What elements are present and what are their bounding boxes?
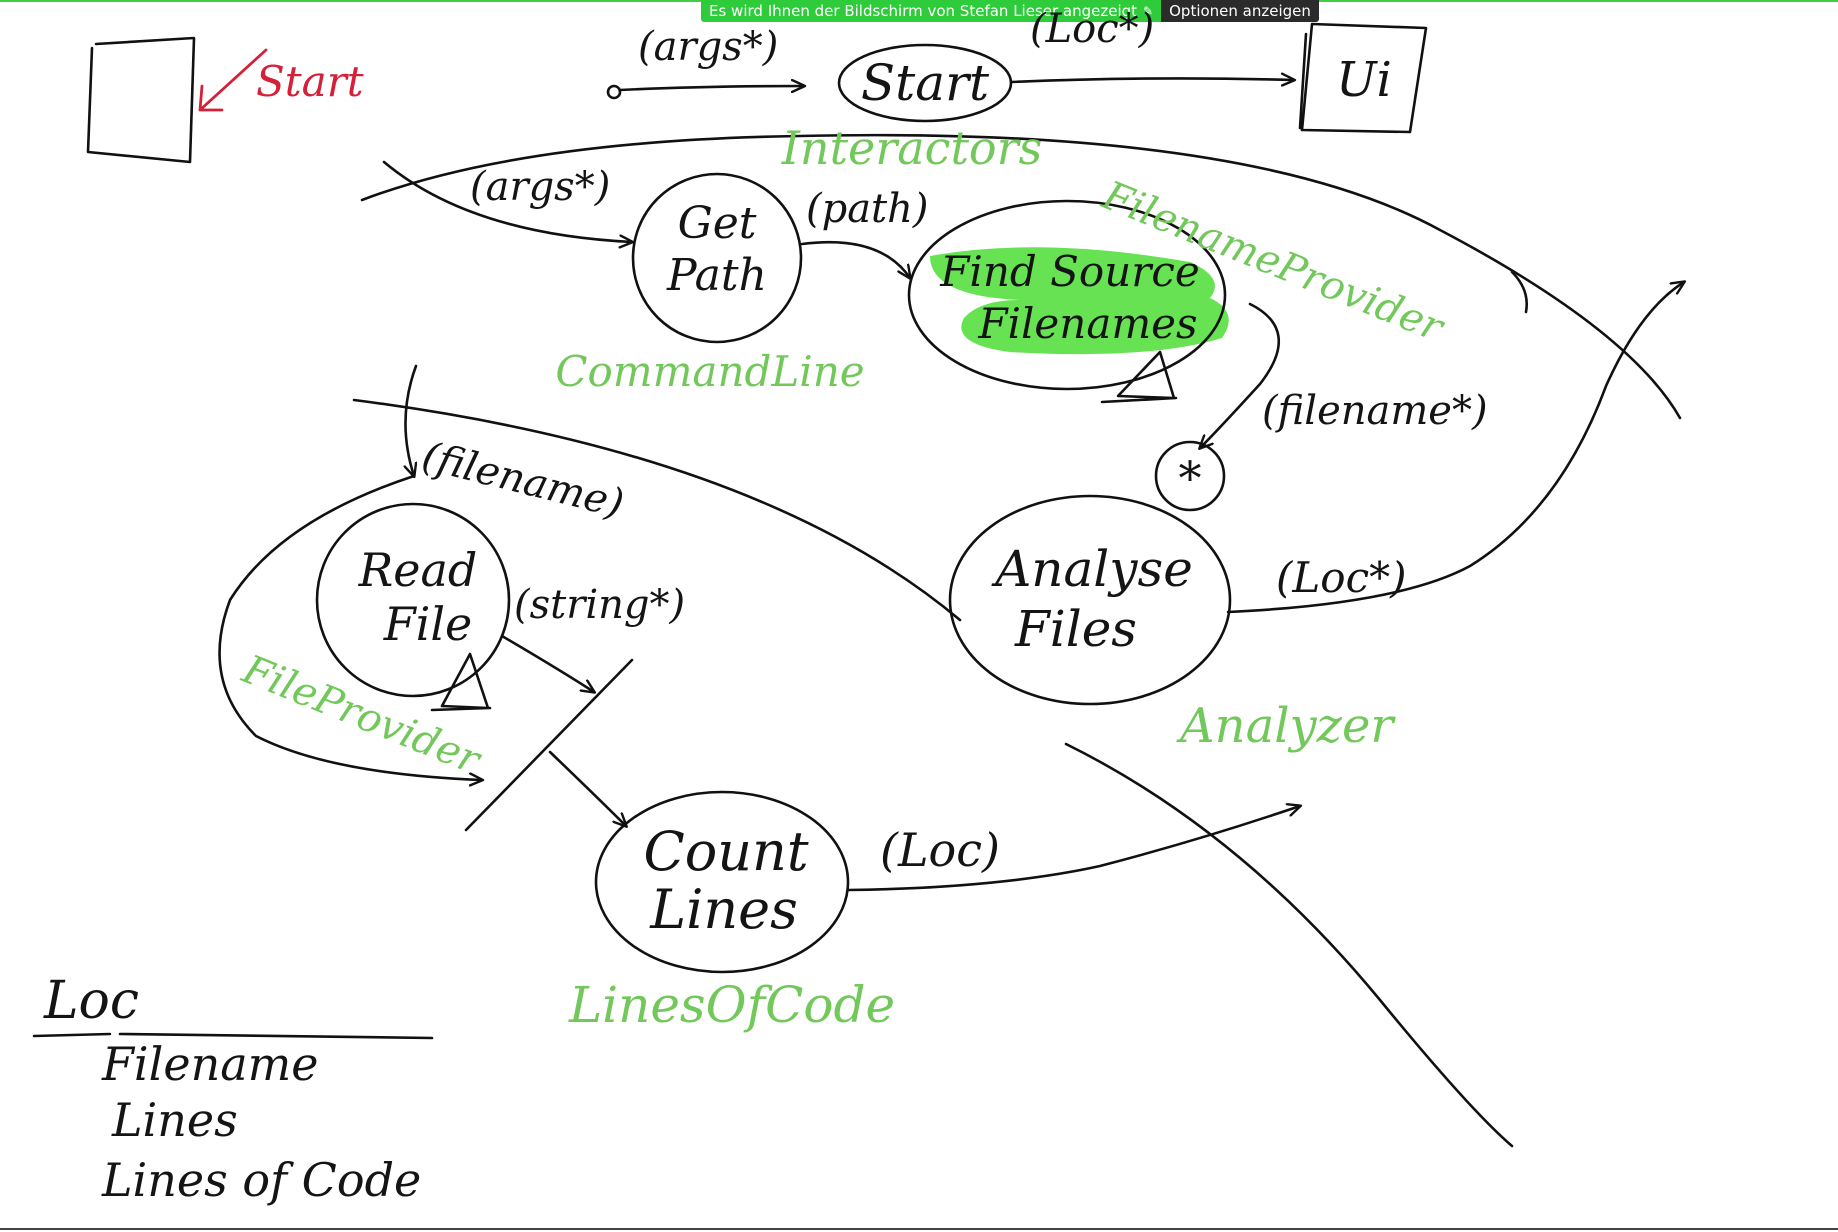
node-find-source-line2: Filenames xyxy=(977,299,1197,348)
arrow-filename-into-readfile xyxy=(405,364,418,476)
arrow-readfile-to-string xyxy=(500,634,594,692)
arrow-getpath-to-findsource xyxy=(800,240,910,278)
node-count-lines-line2: Lines xyxy=(649,878,798,941)
node-start-label: Start xyxy=(861,54,990,112)
flow-label-path: (path) xyxy=(806,186,929,232)
node-read-file-line2: File xyxy=(383,597,473,651)
flow-label-loc-top: (Loc*) xyxy=(1030,6,1154,52)
module-file-provider: FileProvider xyxy=(235,646,488,784)
boundary-diagonal xyxy=(464,658,634,832)
data-type-name: Loc xyxy=(43,971,139,1031)
boundary-analyzer xyxy=(1064,742,1514,1148)
data-type-field-lines-of-code: Lines of Code xyxy=(101,1153,421,1207)
screen-share-bottom-border xyxy=(0,1228,1838,1230)
arrow-input-to-start xyxy=(618,86,804,90)
node-analyse-line1: Analyse xyxy=(991,540,1193,598)
whiteboard-canvas: Start (args*) Start (Loc*) Ui Interactor… xyxy=(32,6,1838,1207)
node-get-path-line2: Path xyxy=(666,250,767,301)
flow-label-args-top: (args*) xyxy=(638,24,778,70)
flow-label-loc-right: (Loc*) xyxy=(1276,553,1406,602)
module-analyzer: Analyzer xyxy=(1176,698,1396,754)
data-type-field-filename: Filename xyxy=(101,1037,318,1091)
node-read-file-line1: Read xyxy=(358,543,478,597)
module-lines-of-code: LinesOfCode xyxy=(568,976,895,1034)
arrow-start-to-ui xyxy=(1009,78,1294,82)
flow-label-loc: (Loc) xyxy=(880,823,1000,877)
node-find-source-line1: Find Source xyxy=(939,247,1199,296)
node-ui-label: Ui xyxy=(1336,52,1392,108)
node-get-path-line1: Get xyxy=(678,198,757,249)
module-command-line: CommandLine xyxy=(555,347,864,396)
data-type-field-lines: Lines xyxy=(111,1093,238,1147)
flow-label-args-mid: (args*) xyxy=(470,164,610,210)
start-marker-label: Start xyxy=(256,57,364,106)
module-interactors: Interactors xyxy=(781,121,1042,175)
start-box xyxy=(86,36,196,164)
node-analyse-line2: Files xyxy=(1014,600,1137,658)
provider-triangle-find-source xyxy=(1100,350,1178,404)
flow-input-dot xyxy=(606,84,622,100)
flow-label-filename-star: (filename*) xyxy=(1262,388,1488,434)
split-node-symbol: * xyxy=(1179,451,1202,505)
flow-label-string-star: (string*) xyxy=(514,582,685,628)
node-count-lines-line1: Count xyxy=(643,820,808,883)
arrow-into-countlines xyxy=(548,750,626,826)
